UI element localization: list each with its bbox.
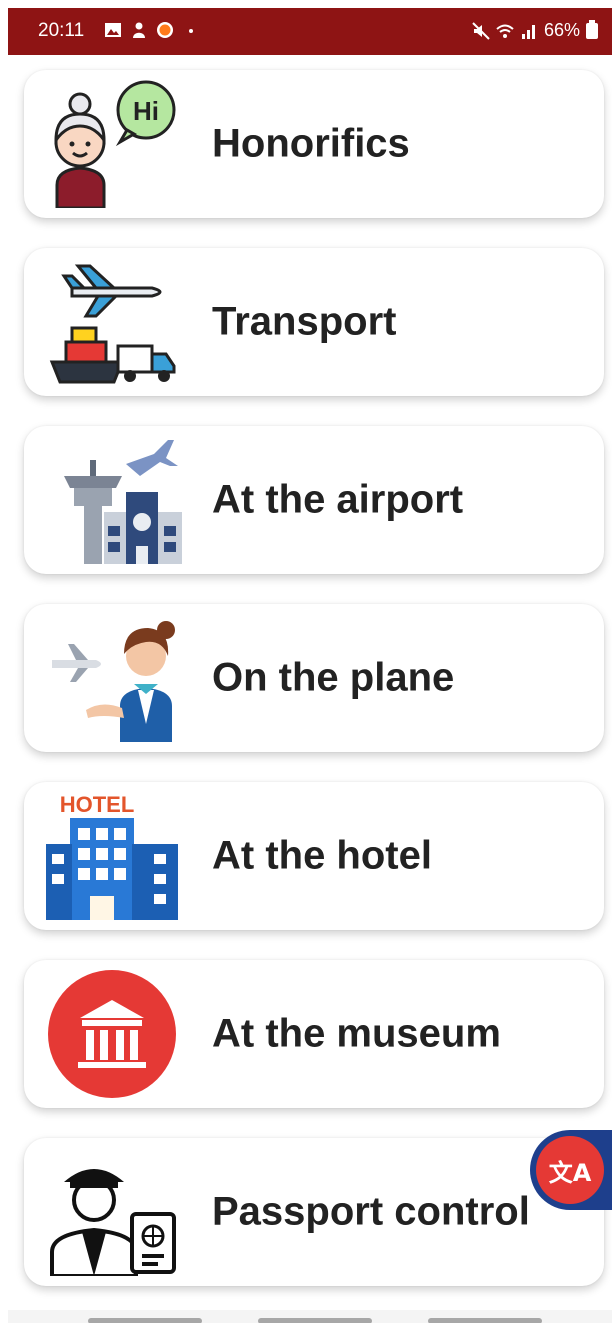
- app-screen: 20:11 66% Hi Honorifics Transport At the…: [8, 8, 612, 1323]
- person-icon: [133, 22, 145, 38]
- category-label: At the airport: [212, 477, 464, 522]
- airport-icon: [64, 440, 182, 564]
- category-card-museum[interactable]: At the museum: [24, 960, 604, 1108]
- mute-icon: [472, 21, 490, 40]
- nav-back-button[interactable]: [428, 1318, 542, 1323]
- transport-icon: [49, 264, 176, 384]
- signal-icon: [521, 24, 535, 39]
- bottom-navigation-bar: [8, 1310, 612, 1323]
- svg-text:Hi: Hi: [133, 96, 159, 126]
- category-label: Honorifics: [212, 121, 410, 166]
- museum-icon: [48, 970, 176, 1098]
- wifi-icon: [496, 24, 514, 38]
- category-card-passport-control[interactable]: Passport control: [24, 1138, 604, 1286]
- category-card-airport[interactable]: At the airport: [24, 426, 604, 574]
- honorifics-icon: Hi: [54, 80, 176, 208]
- battery-percent: 66%: [543, 20, 580, 40]
- translate-icon: 文A: [548, 1158, 592, 1187]
- status-left-icons: [104, 21, 200, 39]
- status-right: 66%: [472, 19, 598, 41]
- app-notification-icon: [157, 22, 173, 38]
- category-label: Transport: [212, 299, 397, 344]
- category-label: On the plane: [212, 655, 455, 700]
- svg-text:HOTEL: HOTEL: [60, 792, 135, 817]
- nav-recent-button[interactable]: [88, 1318, 202, 1323]
- category-card-hotel[interactable]: HOTEL At the hotel: [24, 782, 604, 930]
- category-label: At the hotel: [212, 833, 432, 878]
- dot-icon: [189, 29, 193, 33]
- translate-button-circle: 文A: [536, 1136, 604, 1204]
- battery-icon: [586, 19, 598, 39]
- translate-button[interactable]: 文A: [530, 1130, 612, 1210]
- nav-home-button[interactable]: [258, 1318, 372, 1323]
- status-bar: 20:11 66%: [8, 8, 612, 55]
- stewardess-icon: [52, 621, 175, 742]
- passport-officer-icon: [50, 1169, 176, 1276]
- category-label: At the museum: [212, 1011, 501, 1056]
- hotel-icon: HOTEL: [46, 792, 178, 920]
- category-card-honorifics[interactable]: Hi Honorifics: [24, 70, 604, 218]
- status-time: 20:11: [38, 20, 85, 41]
- category-card-on-the-plane[interactable]: On the plane: [24, 604, 604, 752]
- category-card-transport[interactable]: Transport: [24, 248, 604, 396]
- category-label: Passport control: [212, 1189, 530, 1234]
- gallery-icon: [105, 23, 121, 37]
